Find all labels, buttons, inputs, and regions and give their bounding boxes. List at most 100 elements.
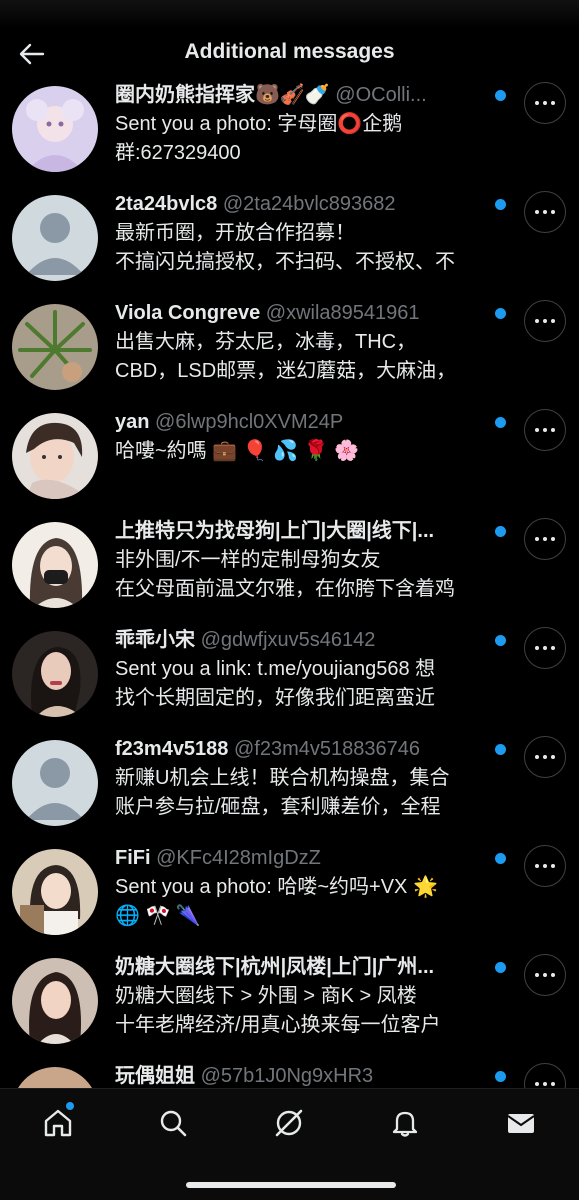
sender-handle: @57b1J0Ng9xHR3 [200, 1065, 374, 1087]
message-row[interactable]: 玩偶姐姐 @57b1J0Ng9xHR3 [0, 1063, 579, 1088]
page-title: Additional messages [184, 40, 395, 63]
avatar [12, 522, 98, 608]
avatar [12, 740, 98, 826]
sender-line: 2ta24bvlc8 @2ta24bvlc893682 [115, 191, 490, 217]
status-bar-area [0, 0, 579, 28]
more-options-button[interactable] [524, 82, 566, 124]
message-list: 圈内奶熊指挥家🐻🎻🍼 @OColli... Sent you a photo: … [0, 80, 579, 1088]
message-line: 十年老牌经济/用真心换来每一位客户 [115, 1014, 441, 1036]
message-preview: 最新币圈，开放合作招募！ 不搞闪兑搞授权，不扫码、不授权、不 [115, 219, 510, 277]
unread-dot [495, 853, 506, 864]
sender-handle: @KFc4I28mIgDzZ [156, 847, 321, 869]
message-line: 不搞闪兑搞授权，不扫码、不授权、不 [115, 251, 455, 273]
message-preview: Sent you a photo: 字母圈⭕企鹅 群:627329400 [115, 110, 510, 168]
more-options-button[interactable] [524, 627, 566, 669]
home-notification-dot [66, 1102, 74, 1110]
tab-notifications[interactable] [385, 1103, 425, 1143]
header: Additional messages [0, 28, 579, 80]
more-options-button[interactable] [524, 845, 566, 887]
message-preview: 非外围/不一样的定制母狗女友在父母面前温文尔雅，在你胯下含着鸡 [115, 546, 510, 604]
message-row[interactable]: 圈内奶熊指挥家🐻🎻🍼 @OColli... Sent you a photo: … [0, 82, 579, 192]
message-line: 账户参与拉/砸盘，套利赚差价，全程 [115, 796, 441, 818]
search-icon [160, 1110, 187, 1137]
message-line: 哈嘍~約嗎 💼 🎈 💦 🌹 🌸 [115, 440, 359, 462]
avatar [12, 958, 98, 1044]
message-preview: 奶糖大圈线下 > 外围 > 商K > 凤楼十年老牌经济/用真心换来每一位客户 [115, 982, 510, 1040]
message-preview: 哈嘍~約嗎 💼 🎈 💦 🌹 🌸 [115, 437, 510, 466]
sender-name: yan [115, 411, 150, 433]
sender-handle: @xwila89541961 [265, 302, 420, 324]
sender-line: 圈内奶熊指挥家🐻🎻🍼 @OColli... [115, 82, 490, 108]
message-row[interactable]: 奶糖大圈线下|杭州|凤楼|上门|广州... 奶糖大圈线下 > 外围 > 商K >… [0, 954, 579, 1064]
avatar [12, 849, 98, 935]
unread-dot [495, 1071, 506, 1082]
sender-name: 2ta24bvlc8 [115, 193, 218, 215]
avatar [12, 631, 98, 717]
message-line: 非外围/不一样的定制母狗女友 [115, 549, 381, 571]
sender-line: FiFi @KFc4I28mIgDzZ [115, 845, 490, 871]
sender-line: Viola Congreve @xwila89541961 [115, 300, 490, 326]
more-options-button[interactable] [524, 300, 566, 342]
message-row[interactable]: f23m4v5188 @f23m4v518836746 新赚U机会上线！联合机构… [0, 736, 579, 846]
more-options-button[interactable] [524, 736, 566, 778]
avatar [12, 413, 98, 499]
messages-icon [507, 1114, 535, 1133]
message-line: CBD，LSD邮票，迷幻蘑菇，大麻油， [115, 360, 457, 382]
message-line: 在父母面前温文尔雅，在你胯下含着鸡 [115, 578, 455, 600]
unread-dot [495, 417, 506, 428]
tab-messages[interactable] [501, 1103, 541, 1143]
sender-line: 上推特只为找母狗|上门|大圈|线下|... [115, 518, 490, 544]
unread-dot [495, 90, 506, 101]
sender-name: Viola Congreve [115, 302, 261, 324]
message-preview: Sent you a photo: 哈喽~约吗+VX 🌟 🌐 🎌 🌂 [115, 873, 510, 931]
message-line: Sent you a photo: 字母圈⭕企鹅 [115, 113, 403, 135]
sender-line: 玩偶姐姐 @57b1J0Ng9xHR3 [115, 1063, 490, 1088]
home-indicator [186, 1182, 396, 1188]
notifications-icon [392, 1111, 418, 1137]
sender-line: 乖乖小宋 @gdwfjxuv5s46142 [115, 627, 490, 653]
sender-handle: @6lwp9hcl0XVM24P [155, 411, 344, 433]
home-icon [44, 1109, 72, 1137]
unread-dot [495, 635, 506, 646]
sender-name: FiFi [115, 847, 151, 869]
unread-dot [495, 308, 506, 319]
sender-name: 上推特只为找母狗|上门|大圈|线下|... [115, 520, 435, 542]
sender-line: yan @6lwp9hcl0XVM24P [115, 409, 490, 435]
message-line: Sent you a photo: 哈喽~约吗+VX 🌟 [115, 876, 438, 898]
more-options-button[interactable] [524, 954, 566, 996]
unread-dot [495, 199, 506, 210]
grok-icon [275, 1109, 303, 1137]
sender-name: 玩偶姐姐 [115, 1065, 195, 1087]
sender-name: 奶糖大圈线下|杭州|凤楼|上门|广州... [115, 956, 435, 978]
message-preview: Sent you a link: t.me/youjiang568 想找个长期固… [115, 655, 510, 713]
sender-name: 圈内奶熊指挥家🐻🎻🍼 [115, 84, 330, 106]
message-row[interactable]: 上推特只为找母狗|上门|大圈|线下|... 非外围/不一样的定制母狗女友在父母面… [0, 518, 579, 628]
unread-dot [495, 526, 506, 537]
unread-dot [495, 962, 506, 973]
message-row[interactable]: FiFi @KFc4I28mIgDzZ Sent you a photo: 哈喽… [0, 845, 579, 955]
sender-handle: @f23m4v518836746 [234, 738, 420, 760]
sender-name: f23m4v5188 [115, 738, 229, 760]
message-row[interactable]: 2ta24bvlc8 @2ta24bvlc893682 最新币圈，开放合作招募！… [0, 191, 579, 301]
sender-name: 乖乖小宋 [115, 629, 195, 651]
message-preview: 新赚U机会上线！联合机构操盘，集合 账户参与拉/砸盘，套利赚差价，全程 [115, 764, 510, 822]
avatar [12, 195, 98, 281]
message-row[interactable]: Viola Congreve @xwila89541961 出售大麻，芬太尼，冰… [0, 300, 579, 410]
avatar [12, 1067, 98, 1088]
tab-grok[interactable] [269, 1103, 309, 1143]
message-preview: 出售大麻，芬太尼，冰毒，THC， CBD，LSD邮票，迷幻蘑菇，大麻油， [115, 328, 510, 386]
message-line: 群:627329400 [115, 142, 241, 164]
sender-line: 奶糖大圈线下|杭州|凤楼|上门|广州... [115, 954, 490, 980]
message-line: 找个长期固定的，好像我们距离蛮近 [115, 687, 435, 709]
more-options-button[interactable] [524, 518, 566, 560]
tab-search[interactable] [153, 1103, 193, 1143]
message-row[interactable]: yan @6lwp9hcl0XVM24P 哈嘍~約嗎 💼 🎈 💦 🌹 🌸 [0, 409, 579, 519]
message-line: 奶糖大圈线下 > 外围 > 商K > 凤楼 [115, 985, 417, 1007]
message-line: 最新币圈，开放合作招募！ [115, 222, 355, 244]
more-options-button[interactable] [524, 191, 566, 233]
sender-handle: @2ta24bvlc893682 [222, 193, 396, 215]
more-options-button[interactable] [524, 1063, 566, 1088]
message-line: 新赚U机会上线！联合机构操盘，集合 [115, 767, 450, 789]
more-options-button[interactable] [524, 409, 566, 451]
message-row[interactable]: 乖乖小宋 @gdwfjxuv5s46142 Sent you a link: t… [0, 627, 579, 737]
